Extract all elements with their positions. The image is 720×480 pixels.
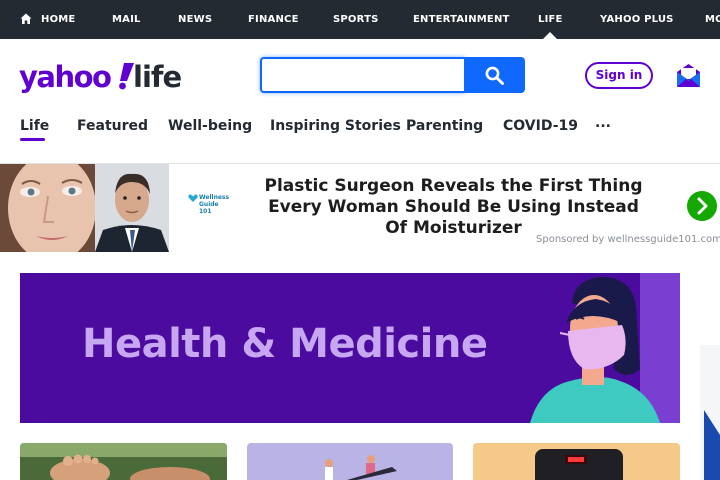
topnav-entertainment-label: ENTERTAINMENT bbox=[413, 14, 510, 25]
health-medicine-banner[interactable]: Health & Medicine bbox=[20, 273, 680, 423]
topnav-entertainment[interactable]: ENTERTAINMENT bbox=[413, 0, 510, 39]
sidebar-ad-image bbox=[700, 345, 720, 480]
topnav-finance-label: FINANCE bbox=[248, 14, 299, 25]
topnav-finance[interactable]: FINANCE bbox=[248, 0, 299, 39]
ad-headline[interactable]: Plastic Surgeon Reveals the First Thing … bbox=[246, 176, 661, 239]
search-input[interactable] bbox=[260, 57, 465, 93]
active-indicator-icon bbox=[543, 32, 557, 39]
topnav-yahoo-plus-label: YAHOO PLUS bbox=[600, 14, 674, 25]
article-image-feet bbox=[20, 443, 227, 480]
subnav-featured-label: Featured bbox=[77, 118, 149, 134]
subnav-well-being[interactable]: Well-being bbox=[168, 118, 252, 134]
ad-headline-line-1: Plastic Surgeon Reveals the First Thing bbox=[264, 176, 643, 196]
topnav-home[interactable]: HOME bbox=[20, 0, 75, 39]
heart-icon bbox=[188, 194, 198, 202]
ad-next-button[interactable] bbox=[687, 191, 717, 221]
ad-sponsor-text: Sponsored by wellnessguide101.com bbox=[536, 234, 720, 245]
subnav-inspiring-stories[interactable]: Inspiring Stories bbox=[270, 118, 401, 134]
ad-brand-text: Wellness Guide 101 bbox=[199, 194, 230, 215]
subnav-featured[interactable]: Featured bbox=[77, 118, 148, 134]
subnav-well-being-label: Well-being bbox=[168, 118, 253, 134]
sidebar-ad-partial[interactable] bbox=[700, 345, 720, 480]
masked-woman-illustration bbox=[530, 273, 680, 423]
top-navigation-bar: HOME MAIL NEWS FINANCE SPORTS ENTERTAINM… bbox=[0, 0, 720, 39]
topnav-mail[interactable]: MAIL bbox=[112, 0, 141, 39]
subnav-covid-19[interactable]: COVID-19 bbox=[503, 118, 578, 134]
subnav-more-label: ... bbox=[595, 115, 611, 131]
article-card-1[interactable] bbox=[20, 443, 227, 480]
topnav-more-label: MO bbox=[705, 14, 720, 25]
sign-in-label: Sign in bbox=[595, 68, 643, 82]
article-image-scale bbox=[473, 443, 680, 480]
ad-brand-logo[interactable]: Wellness Guide 101 bbox=[186, 193, 232, 217]
topnav-life-label: LIFE bbox=[538, 14, 563, 25]
topnav-sports[interactable]: SPORTS bbox=[333, 0, 379, 39]
topnav-news[interactable]: NEWS bbox=[178, 0, 212, 39]
topnav-sports-label: SPORTS bbox=[333, 14, 379, 25]
article-card-3[interactable] bbox=[473, 443, 680, 480]
subnav-covid-19-label: COVID-19 bbox=[503, 118, 579, 134]
ad-headline-line-2: Every Woman Should Be Using Instead bbox=[268, 197, 639, 217]
subnav-parenting[interactable]: Parenting bbox=[406, 118, 483, 134]
topnav-home-label: HOME bbox=[41, 14, 76, 25]
topnav-news-label: NEWS bbox=[178, 14, 213, 25]
ad-woman-photo[interactable] bbox=[0, 164, 95, 252]
search-bar bbox=[260, 57, 525, 93]
subnav-parenting-label: Parenting bbox=[406, 118, 484, 134]
home-icon bbox=[20, 13, 32, 24]
subnav-inspiring-stories-label: Inspiring Stories bbox=[270, 118, 401, 134]
topnav-mail-label: MAIL bbox=[112, 14, 141, 25]
subnav-life-label: Life bbox=[20, 118, 50, 134]
topnav-more[interactable]: MO bbox=[705, 0, 720, 39]
article-card-2[interactable] bbox=[247, 443, 453, 480]
article-image-treadmill bbox=[247, 443, 453, 480]
topnav-yahoo-plus[interactable]: YAHOO PLUS bbox=[600, 0, 674, 39]
svg-text:life: life bbox=[133, 60, 181, 94]
subnav-more-button[interactable]: ... bbox=[595, 115, 611, 131]
subnav-life[interactable]: Life bbox=[20, 118, 49, 134]
search-button[interactable] bbox=[464, 57, 525, 93]
svg-text:yahoo: yahoo bbox=[19, 60, 111, 94]
yahoo-life-logo[interactable]: yahoo life bbox=[19, 56, 185, 96]
mail-icon[interactable] bbox=[676, 63, 701, 88]
sign-in-button[interactable]: Sign in bbox=[585, 62, 653, 89]
banner-title: Health & Medicine bbox=[82, 321, 488, 367]
chevron-right-icon bbox=[697, 197, 708, 215]
search-icon bbox=[485, 66, 504, 85]
ad-man-photo[interactable] bbox=[95, 164, 169, 252]
subnav-active-indicator bbox=[20, 138, 45, 141]
